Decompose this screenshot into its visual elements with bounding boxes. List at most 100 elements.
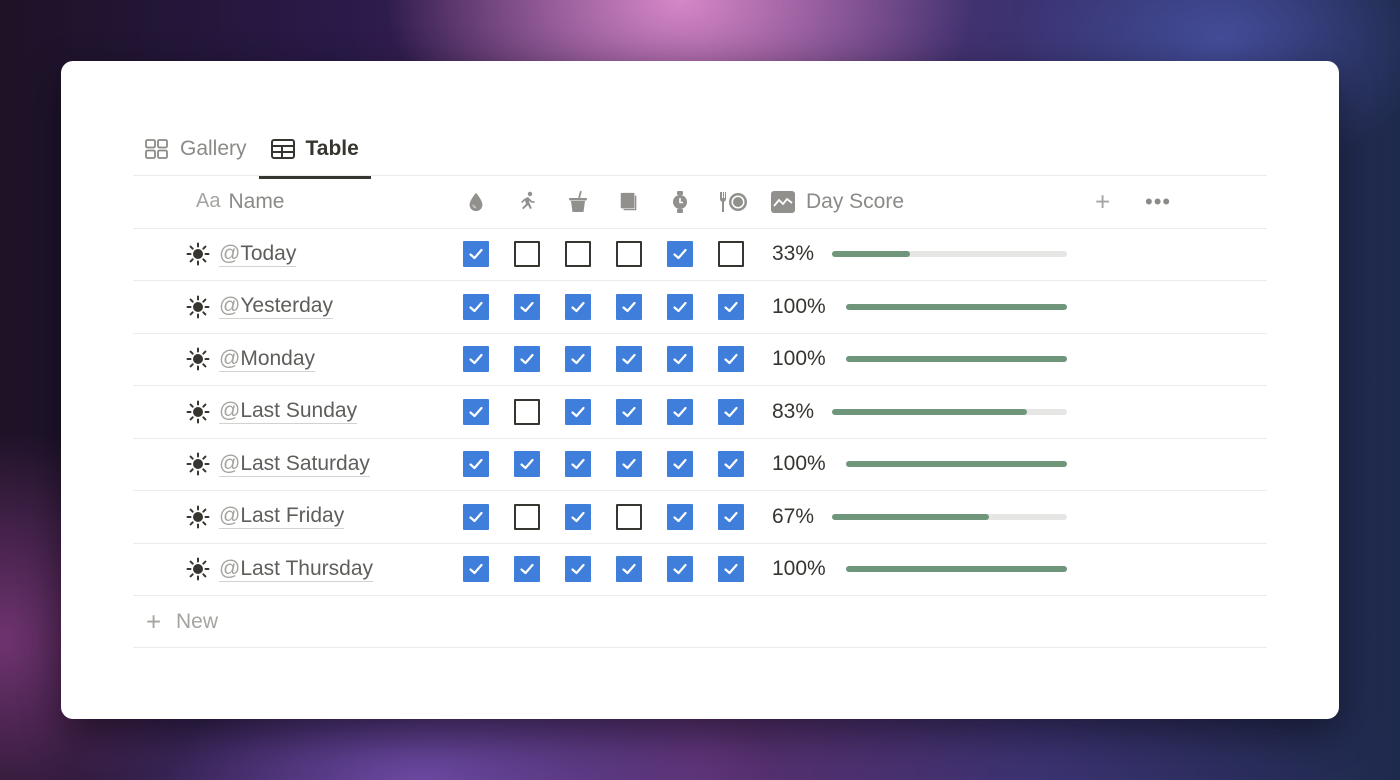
name-cell[interactable]: @Yesterday: [185, 294, 333, 320]
water-drop-icon[interactable]: [463, 189, 489, 215]
habit-checkbox[interactable]: [667, 293, 693, 320]
checkmark-icon: [671, 403, 689, 421]
habit-checkbox[interactable]: [565, 241, 591, 268]
day-score-progress-track: [846, 356, 1067, 363]
habit-checkbox[interactable]: [463, 556, 489, 583]
checkmark-icon: [518, 560, 536, 578]
gallery-grid-icon: [145, 139, 169, 159]
tab-gallery[interactable]: Gallery: [133, 123, 259, 175]
habit-checkbox[interactable]: [718, 241, 744, 268]
checkmark-icon: [722, 560, 740, 578]
habit-checkbox[interactable]: [616, 346, 642, 373]
mention-at-sign: @: [219, 346, 241, 370]
habit-checkbox[interactable]: [565, 451, 591, 478]
fork-plate-icon[interactable]: [718, 189, 750, 215]
more-options-button[interactable]: •••: [1145, 189, 1171, 215]
add-column-button[interactable]: +: [1095, 186, 1110, 217]
habit-checkbox[interactable]: [718, 346, 744, 373]
name-cell[interactable]: @Last Sunday: [185, 399, 358, 425]
habit-checkbox[interactable]: [616, 556, 642, 583]
name-cell[interactable]: @Monday: [185, 346, 316, 372]
date-mention-link[interactable]: @Last Thursday: [219, 556, 374, 582]
habit-checkbox[interactable]: [718, 451, 744, 478]
habit-checkbox[interactable]: [463, 503, 489, 530]
habit-checkbox[interactable]: [667, 556, 693, 583]
habit-checkbox[interactable]: [514, 398, 540, 425]
checkmark-icon: [722, 455, 740, 473]
table-row: @Today 33%: [133, 229, 1267, 281]
table-icon: [270, 139, 295, 159]
habit-checkbox[interactable]: [718, 398, 744, 425]
day-score-value: 100%: [772, 347, 826, 371]
habit-checkbox[interactable]: [616, 293, 642, 320]
new-row-button[interactable]: + New: [133, 596, 1267, 648]
checkmark-icon: [467, 245, 485, 263]
name-cell[interactable]: @Last Friday: [185, 504, 345, 530]
habit-checkbox[interactable]: [667, 451, 693, 478]
habit-checkbox[interactable]: [514, 556, 540, 583]
habit-checkbox[interactable]: [667, 346, 693, 373]
mention-at-sign: @: [219, 451, 241, 475]
habit-checkbox[interactable]: [565, 293, 591, 320]
date-mention-text: Last Thursday: [240, 556, 374, 580]
habit-checkbox[interactable]: [718, 556, 744, 583]
habit-checkbox[interactable]: [616, 503, 642, 530]
name-cell[interactable]: @Last Thursday: [185, 556, 374, 582]
name-cell[interactable]: @Last Saturday: [185, 451, 370, 477]
habit-checkbox[interactable]: [616, 451, 642, 478]
table-body: @Today 33% @Yesterday 100% @Monday 100% @Last …: [133, 229, 1267, 596]
date-mention-link[interactable]: @Yesterday: [219, 294, 333, 320]
habit-checkbox[interactable]: [514, 346, 540, 373]
habit-checkbox[interactable]: [463, 451, 489, 478]
habit-checkbox[interactable]: [718, 503, 744, 530]
day-score-progress-track: [846, 566, 1067, 573]
checkmark-icon: [671, 245, 689, 263]
habit-checkbox[interactable]: [463, 346, 489, 373]
column-header-name[interactable]: Aa Name: [196, 190, 285, 214]
book-pages-icon[interactable]: [616, 189, 642, 215]
date-mention-link[interactable]: @Monday: [219, 346, 316, 372]
mention-at-sign: @: [219, 399, 241, 423]
habit-checkbox[interactable]: [514, 503, 540, 530]
checkmark-icon: [569, 508, 587, 526]
habit-checkbox[interactable]: [514, 241, 540, 268]
date-mention-link[interactable]: @Last Sunday: [219, 399, 358, 425]
day-score-progress-track: [832, 408, 1067, 415]
day-score-progress-fill: [832, 513, 990, 520]
checkmark-icon: [569, 403, 587, 421]
date-mention-link[interactable]: @Last Friday: [219, 504, 345, 530]
mention-at-sign: @: [219, 241, 241, 265]
habit-checkbox[interactable]: [616, 398, 642, 425]
checkmark-icon: [671, 298, 689, 316]
habit-checkbox[interactable]: [565, 556, 591, 583]
day-score-value: 83%: [772, 399, 815, 423]
column-header-day-score[interactable]: Day Score: [771, 190, 904, 214]
name-cell[interactable]: @Today: [185, 241, 297, 267]
database-card: Gallery Table Aa Name Day Score + ••• @T…: [61, 61, 1339, 719]
habit-checkbox[interactable]: [463, 293, 489, 320]
checkmark-icon: [671, 455, 689, 473]
drink-cup-icon[interactable]: [565, 189, 591, 215]
habit-checkbox[interactable]: [667, 398, 693, 425]
habit-checkbox[interactable]: [565, 398, 591, 425]
habit-checkbox[interactable]: [463, 398, 489, 425]
checkmark-icon: [620, 403, 638, 421]
tab-table-label: Table: [305, 137, 359, 160]
running-icon[interactable]: [514, 189, 540, 215]
day-score-progress-fill: [846, 303, 1067, 310]
habit-checkbox[interactable]: [667, 241, 693, 268]
day-score-value: 100%: [772, 452, 826, 476]
checkmark-icon: [467, 455, 485, 473]
habit-checkbox[interactable]: [514, 293, 540, 320]
habit-checkbox[interactable]: [565, 503, 591, 530]
habit-checkbox[interactable]: [667, 503, 693, 530]
habit-checkbox[interactable]: [463, 241, 489, 268]
habit-checkbox[interactable]: [514, 451, 540, 478]
date-mention-link[interactable]: @Last Saturday: [219, 452, 370, 477]
tab-table[interactable]: Table: [258, 123, 372, 179]
habit-checkbox[interactable]: [565, 346, 591, 373]
habit-checkbox[interactable]: [718, 293, 744, 320]
watch-icon[interactable]: [667, 189, 693, 215]
habit-checkbox[interactable]: [616, 241, 642, 268]
date-mention-link[interactable]: @Today: [219, 241, 297, 267]
